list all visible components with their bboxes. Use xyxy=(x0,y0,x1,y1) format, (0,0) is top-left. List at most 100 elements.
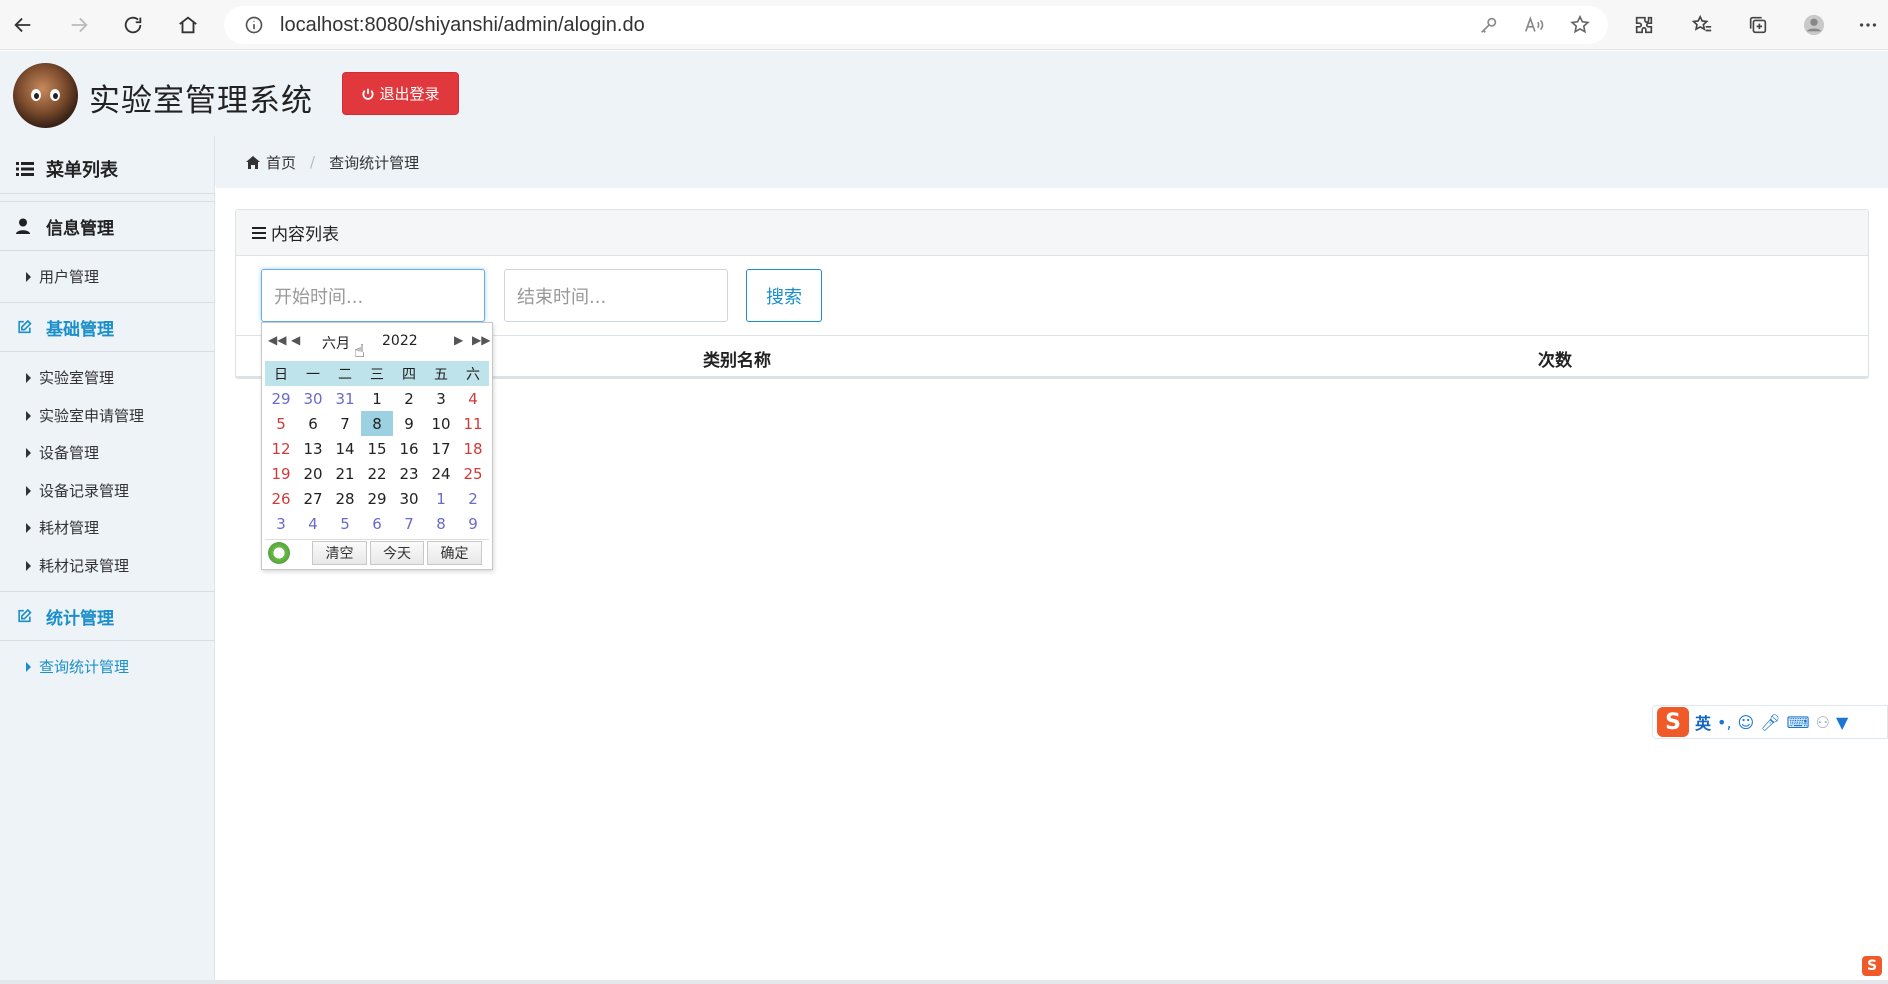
date-cell[interactable]: 20 xyxy=(297,461,329,486)
date-cell[interactable]: 19 xyxy=(265,461,297,486)
favorites-icon[interactable] xyxy=(1685,8,1719,42)
sidebar-item-query-statistics[interactable]: 查询统计管理 xyxy=(26,656,129,677)
ok-button[interactable]: 确定 xyxy=(427,540,482,565)
date-cell[interactable]: 30 xyxy=(297,386,329,411)
ime-logo[interactable]: S xyxy=(1657,707,1689,737)
more-icon[interactable] xyxy=(1851,8,1885,42)
back-icon[interactable] xyxy=(6,8,40,42)
date-cell[interactable]: 15 xyxy=(361,436,393,461)
date-cell[interactable]: 3 xyxy=(425,386,457,411)
group-basic-management[interactable]: 基础管理 xyxy=(0,302,215,352)
date-cell[interactable]: 5 xyxy=(265,411,297,436)
extensions-icon[interactable] xyxy=(1627,8,1661,42)
date-cell[interactable]: 26 xyxy=(265,486,297,511)
microphone-icon[interactable]: 🎤︎ xyxy=(1760,713,1780,732)
date-cell[interactable]: 31 xyxy=(329,386,361,411)
date-cell[interactable]: 4 xyxy=(297,511,329,536)
date-cell[interactable]: 29 xyxy=(361,486,393,511)
prev-month-icon[interactable]: ◀ xyxy=(291,333,300,347)
date-cell[interactable]: 22 xyxy=(361,461,393,486)
date-cell[interactable]: 10 xyxy=(425,411,457,436)
date-cell[interactable]: 2 xyxy=(457,486,489,511)
date-cell[interactable]: 11 xyxy=(457,411,489,436)
date-picker-month[interactable]: 六月 xyxy=(322,333,350,353)
page: localhost:8080/shiyanshi/admin/alogin.do xyxy=(0,0,1888,984)
caret-right-icon xyxy=(26,485,31,496)
date-cell[interactable]: 9 xyxy=(393,411,425,436)
end-time-input[interactable]: 结束时间... xyxy=(504,269,728,322)
date-cell[interactable]: 30 xyxy=(393,486,425,511)
group-label: 统计管理 xyxy=(46,608,114,629)
date-cell[interactable]: 7 xyxy=(393,511,425,536)
date-cell[interactable]: 23 xyxy=(393,461,425,486)
date-cell[interactable]: 29 xyxy=(265,386,297,411)
date-cell[interactable]: 2 xyxy=(393,386,425,411)
address-bar[interactable]: localhost:8080/shiyanshi/admin/alogin.do xyxy=(224,6,1608,44)
logout-button[interactable]: 退出登录 xyxy=(342,72,459,115)
keyboard-icon[interactable]: ⌨ xyxy=(1787,713,1810,732)
breadcrumb: 首页 / 查询统计管理 xyxy=(216,136,1888,188)
edit-icon xyxy=(16,608,34,624)
punctuation-icon[interactable]: •, xyxy=(1717,713,1732,732)
date-cell-selected[interactable]: 8 xyxy=(361,411,393,436)
emoji-icon[interactable]: ☺ xyxy=(1738,713,1755,732)
info-icon[interactable] xyxy=(244,15,264,35)
date-cell[interactable]: 4 xyxy=(457,386,489,411)
date-cell[interactable]: 9 xyxy=(457,511,489,536)
date-cell[interactable]: 17 xyxy=(425,436,457,461)
collections-icon[interactable] xyxy=(1741,8,1775,42)
user-switch-icon[interactable]: ⚇ xyxy=(1816,713,1830,732)
date-cell[interactable]: 6 xyxy=(297,411,329,436)
url-text[interactable]: localhost:8080/shiyanshi/admin/alogin.do xyxy=(280,14,645,37)
group-statistics-management[interactable]: 统计管理 xyxy=(0,591,215,641)
date-cell[interactable]: 25 xyxy=(457,461,489,486)
add-favorite-icon[interactable] xyxy=(1563,8,1597,42)
read-aloud-icon[interactable] xyxy=(1517,8,1551,42)
sidebar-item-lab-management[interactable]: 实验室管理 xyxy=(26,367,114,388)
key-icon[interactable] xyxy=(1472,8,1506,42)
group-info-management[interactable]: 信息管理 xyxy=(0,201,215,251)
week-row: 29 30 31 1 2 3 4 xyxy=(265,386,489,411)
date-cell[interactable]: 18 xyxy=(457,436,489,461)
next-year-icon[interactable]: ▶▶ xyxy=(472,333,490,347)
date-cell[interactable]: 7 xyxy=(329,411,361,436)
date-cell[interactable]: 1 xyxy=(361,386,393,411)
date-cell[interactable]: 12 xyxy=(265,436,297,461)
date-cell[interactable]: 24 xyxy=(425,461,457,486)
refresh-icon[interactable] xyxy=(116,8,150,42)
date-cell[interactable]: 13 xyxy=(297,436,329,461)
date-cell[interactable]: 3 xyxy=(265,511,297,536)
sidebar-item-equipment-records[interactable]: 设备记录管理 xyxy=(26,480,129,501)
breadcrumb-home[interactable]: 首页 xyxy=(266,152,296,173)
today-button[interactable]: 今天 xyxy=(370,540,424,565)
sidebar-item-consumables[interactable]: 耗材管理 xyxy=(26,517,99,538)
profile-icon[interactable] xyxy=(1797,8,1831,42)
sidebar-item-consumable-records[interactable]: 耗材记录管理 xyxy=(26,555,129,576)
logo-avatar xyxy=(13,63,78,128)
date-cell[interactable]: 21 xyxy=(329,461,361,486)
prev-year-icon[interactable]: ◀◀ xyxy=(268,333,286,347)
sidebar-item-equipment[interactable]: 设备管理 xyxy=(26,442,99,463)
date-cell[interactable]: 5 xyxy=(329,511,361,536)
date-cell[interactable]: 1 xyxy=(425,486,457,511)
ime-tray-icon[interactable]: S xyxy=(1862,956,1882,976)
home-icon[interactable] xyxy=(171,8,205,42)
date-cell[interactable]: 14 xyxy=(329,436,361,461)
clear-button[interactable]: 清空 xyxy=(312,540,367,565)
start-time-input[interactable]: 开始时间... xyxy=(261,269,485,322)
skin-icon[interactable]: ▼ xyxy=(1836,713,1848,732)
date-cell[interactable]: 16 xyxy=(393,436,425,461)
date-cell[interactable]: 28 xyxy=(329,486,361,511)
date-cell[interactable]: 6 xyxy=(361,511,393,536)
sidebar-item-user-management[interactable]: 用户管理 xyxy=(26,266,99,287)
ime-mode[interactable]: 英 xyxy=(1695,710,1711,734)
date-cell[interactable]: 27 xyxy=(297,486,329,511)
search-button[interactable]: 搜索 xyxy=(746,269,822,322)
next-month-icon[interactable]: ▶ xyxy=(454,333,463,347)
clock-icon[interactable] xyxy=(268,541,290,564)
home-small-icon xyxy=(246,155,260,169)
date-cell[interactable]: 8 xyxy=(425,511,457,536)
sidebar-item-lab-application[interactable]: 实验室申请管理 xyxy=(26,405,144,426)
date-picker-year[interactable]: 2022 xyxy=(382,333,418,349)
forward-icon[interactable] xyxy=(62,8,96,42)
